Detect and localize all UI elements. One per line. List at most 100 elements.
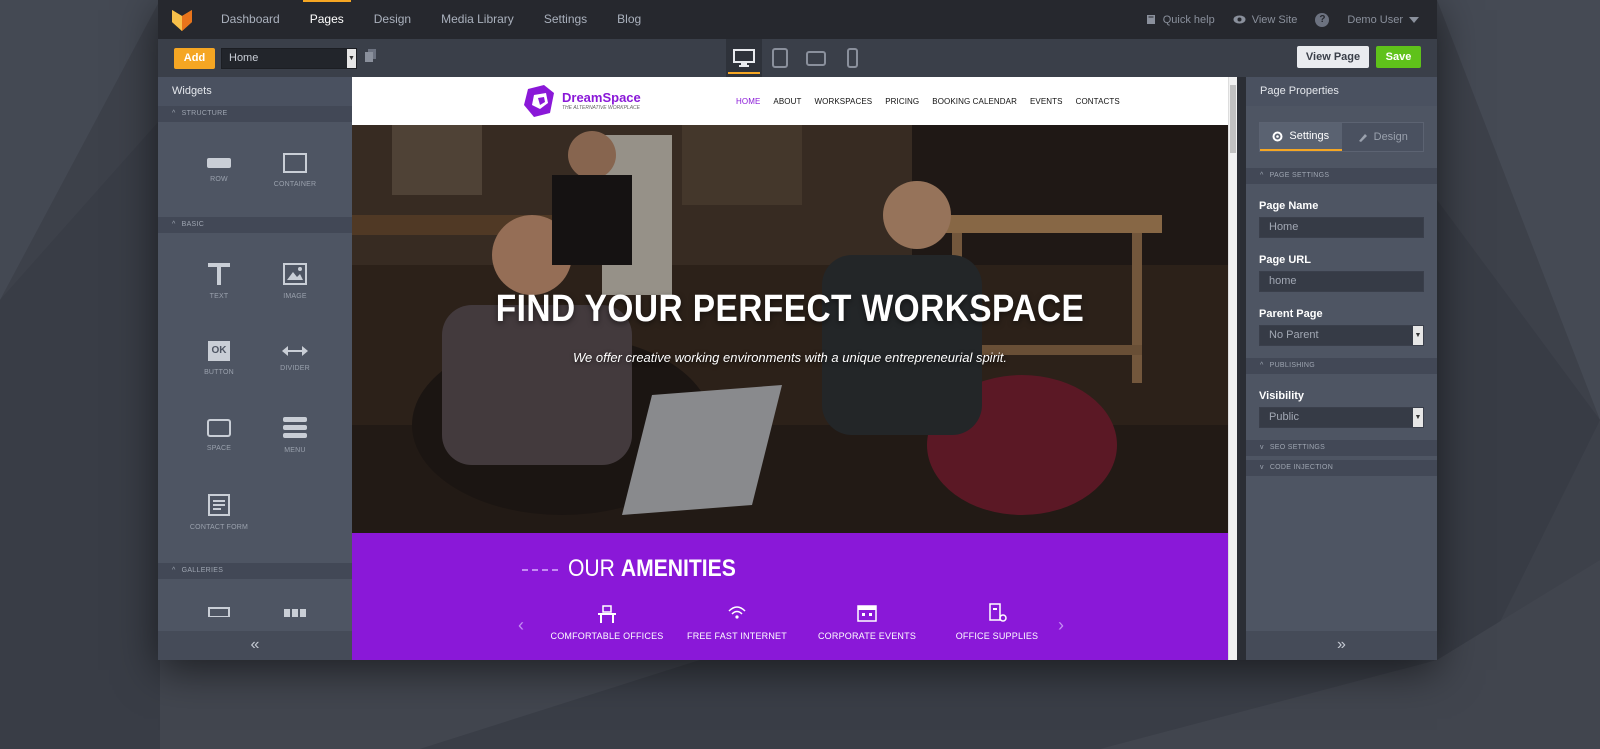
container-icon <box>283 153 307 173</box>
tablet-landscape-icon[interactable] <box>798 39 834 77</box>
desktop-icon[interactable] <box>726 39 762 77</box>
nav-dashboard[interactable]: Dashboard <box>206 0 295 39</box>
grid-icon <box>284 609 306 617</box>
nav-blog[interactable]: Blog <box>602 0 656 39</box>
section-code-injection[interactable]: v CODE INJECTION <box>1246 460 1437 476</box>
section-publishing[interactable]: ^ PUBLISHING <box>1246 358 1437 374</box>
widget-divider[interactable]: DIVIDER <box>257 320 333 397</box>
site-menu-home[interactable]: HOME <box>736 97 760 106</box>
section-galleries[interactable]: ^ GALLERIES <box>158 563 352 579</box>
amenity-item[interactable]: OFFICE SUPPLIES <box>932 603 1062 641</box>
widget-row[interactable]: ROW <box>181 132 257 209</box>
divider-icon <box>282 346 308 356</box>
nav-right: Quick help View Site ? Demo User <box>1128 12 1437 27</box>
phone-icon[interactable] <box>834 39 870 77</box>
site-logo[interactable]: DreamSpace THE ALTERNATIVE WORKPLACE <box>520 83 641 119</box>
structure-widgets: ROW CONTAINER <box>158 122 352 217</box>
scrollbar-thumb[interactable] <box>1230 85 1236 153</box>
section-seo-settings[interactable]: v SEO SETTINGS <box>1246 440 1437 456</box>
site-menu-events[interactable]: EVENTS <box>1030 97 1063 106</box>
widget-container[interactable]: CONTAINER <box>257 132 333 209</box>
hero-section[interactable]: FIND YOUR PERFECT WORKSPACE We offer cre… <box>352 125 1228 533</box>
site-brand: DreamSpace <box>562 90 641 105</box>
quick-help-label: Quick help <box>1162 13 1215 26</box>
amenities-section[interactable]: OUR AMENITIES ‹ › COMFORTABLE OFFICES FR… <box>352 533 1228 660</box>
widget-space-label: SPACE <box>206 445 232 452</box>
widget-contact-form[interactable]: CONTACT FORM <box>181 474 257 551</box>
site-menu-about[interactable]: ABOUT <box>773 97 801 106</box>
hero-subtitle[interactable]: We offer creative working environments w… <box>352 350 1228 365</box>
widgets-panel: Widgets ^ STRUCTURE ROW CONTAINER ^ BASIC … <box>158 77 352 660</box>
page-url-field[interactable]: home <box>1259 271 1424 292</box>
view-page-button[interactable]: View Page <box>1297 46 1369 68</box>
visibility-value: Public <box>1269 411 1299 423</box>
widget-button-label: BUTTON <box>204 369 234 376</box>
amenities-title[interactable]: OUR AMENITIES <box>568 555 736 583</box>
page-select-value: Home <box>229 51 259 64</box>
amenities-prev-icon[interactable]: ‹ <box>518 615 524 636</box>
page-name-label: Page Name <box>1259 200 1319 212</box>
site-menu-pricing[interactable]: PRICING <box>885 97 919 106</box>
widget-slider[interactable] <box>257 593 333 617</box>
app-logo-icon[interactable] <box>158 0 206 39</box>
amenities-title-light: OUR <box>568 555 615 582</box>
space-icon <box>207 419 231 437</box>
tablet-icon[interactable] <box>762 39 798 77</box>
tab-settings[interactable]: Settings <box>1260 123 1342 151</box>
parent-page-select[interactable]: No Parent ▼ <box>1259 325 1424 346</box>
site-menu-booking[interactable]: BOOKING CALENDAR <box>932 97 1017 106</box>
page-canvas[interactable]: DreamSpace THE ALTERNATIVE WORKPLACE HOM… <box>352 77 1228 660</box>
nav-design[interactable]: Design <box>359 0 426 39</box>
amenity-item[interactable]: COMFORTABLE OFFICES <box>542 603 672 641</box>
tab-settings-label: Settings <box>1289 130 1330 142</box>
add-button[interactable]: Add <box>174 47 215 69</box>
image-icon <box>283 263 307 285</box>
collapse-left-panel-button[interactable]: « <box>158 631 352 660</box>
view-site-link[interactable]: View Site <box>1233 14 1297 26</box>
brush-icon <box>1358 133 1367 142</box>
amenity-item[interactable]: CORPORATE EVENTS <box>802 603 932 641</box>
nav-pages[interactable]: Pages <box>295 0 359 39</box>
tab-design[interactable]: Design <box>1342 123 1424 151</box>
amenity-item[interactable]: FREE FAST INTERNET <box>672 603 802 641</box>
help-button[interactable]: ? <box>1315 12 1330 27</box>
section-basic[interactable]: ^ BASIC <box>158 217 352 233</box>
save-button[interactable]: Save <box>1376 46 1421 68</box>
page-name-field[interactable]: Home <box>1259 217 1424 238</box>
button-icon: OK <box>208 341 230 361</box>
section-publishing-label: PUBLISHING <box>1269 362 1315 369</box>
widget-space[interactable]: SPACE <box>181 397 257 474</box>
expand-right-panel-button[interactable]: » <box>1246 631 1437 660</box>
site-menu-workspaces[interactable]: WORKSPACES <box>814 97 872 106</box>
chevron-up-icon: ^ <box>1260 362 1264 369</box>
amenities-list: COMFORTABLE OFFICES FREE FAST INTERNET C… <box>542 603 1062 641</box>
user-menu[interactable]: Demo User <box>1347 14 1419 26</box>
amenity-label: COMFORTABLE OFFICES <box>550 631 664 641</box>
section-code-injection-label: CODE INJECTION <box>1269 464 1334 471</box>
section-page-settings[interactable]: ^ PAGE SETTINGS <box>1246 168 1437 184</box>
widget-menu[interactable]: MENU <box>257 397 333 474</box>
widget-image[interactable]: IMAGE <box>257 243 333 320</box>
chevron-down-icon: v <box>1260 444 1264 451</box>
visibility-select[interactable]: Public ▼ <box>1259 407 1424 428</box>
page-select[interactable]: Home ▼ <box>221 47 357 69</box>
top-nav: Dashboard Pages Design Media Library Set… <box>158 0 1437 39</box>
widget-text[interactable]: TEXT <box>181 243 257 320</box>
select-arrow-icon: ▼ <box>1413 326 1423 345</box>
section-structure[interactable]: ^ STRUCTURE <box>158 106 352 122</box>
copy-page-icon[interactable] <box>365 49 376 67</box>
hero-title[interactable]: FIND YOUR PERFECT WORKSPACE <box>405 288 1176 331</box>
site-menu-contacts[interactable]: CONTACTS <box>1076 97 1120 106</box>
section-seo-settings-label: SEO SETTINGS <box>1269 444 1326 451</box>
widget-button[interactable]: OK BUTTON <box>181 320 257 397</box>
nav-settings[interactable]: Settings <box>529 0 602 39</box>
device-switcher <box>726 39 870 77</box>
parent-page-label: Parent Page <box>1259 308 1323 320</box>
wifi-icon <box>728 606 746 619</box>
site-tagline: THE ALTERNATIVE WORKPLACE <box>562 105 640 111</box>
canvas-scrollbar[interactable] <box>1228 77 1237 660</box>
widget-gallery[interactable] <box>181 593 257 617</box>
nav-media-library[interactable]: Media Library <box>426 0 529 39</box>
basic-widgets: TEXT IMAGE OK BUTTON DIVIDER SPACE MENU <box>158 233 352 559</box>
quick-help-link[interactable]: Quick help <box>1146 14 1215 26</box>
